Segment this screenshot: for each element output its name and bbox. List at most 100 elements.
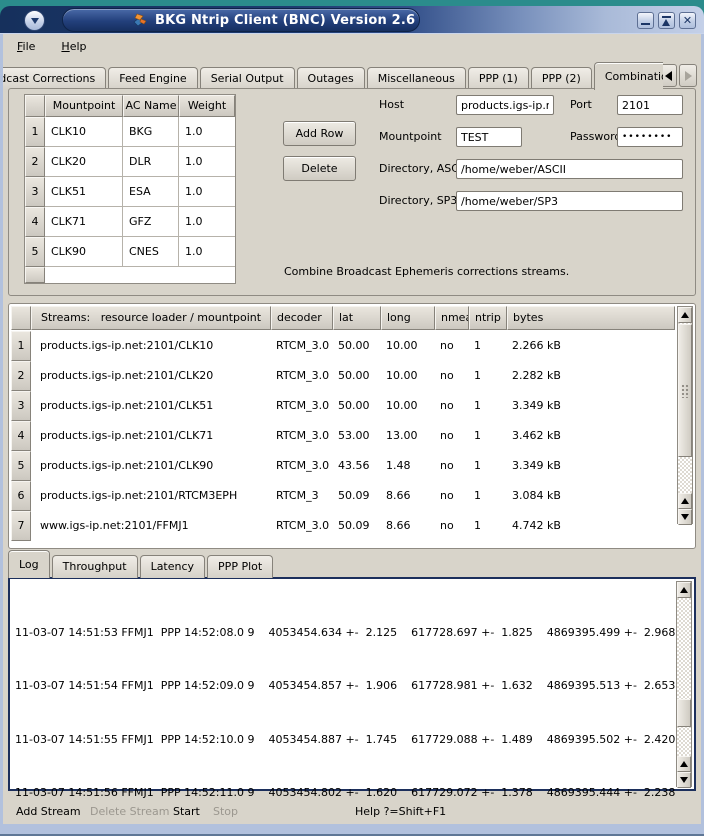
tab-throughput[interactable]: Throughput <box>52 555 138 578</box>
weight-cell[interactable]: 1.0 <box>179 177 235 207</box>
lat-cell: 50.00 <box>333 361 381 391</box>
combination-table: Mountpoint AC Name Weight 1 CLK10 BKG 1.… <box>24 94 236 284</box>
maximize-button[interactable] <box>658 12 675 29</box>
scroll-up-button-bottom[interactable] <box>678 493 692 509</box>
row-number-stub-cell <box>25 267 45 283</box>
stream-row[interactable]: 6 products.igs-ip.net:2101/RTCM3EPH RTCM… <box>11 481 675 511</box>
window-title: BKG Ntrip Client (BNC) Version 2.6 <box>155 13 415 28</box>
add-stream-button[interactable]: Add Stream <box>16 800 81 824</box>
directory-sp3-input[interactable] <box>456 191 683 211</box>
table-row: 5 CLK90 CNES 1.0 <box>25 237 235 267</box>
stream-url-cell: www.igs-ip.net:2101/FFMJ1 <box>31 511 271 541</box>
row-number-cell[interactable]: 3 <box>25 177 45 207</box>
stream-row[interactable]: 3 products.igs-ip.net:2101/CLK51 RTCM_3.… <box>11 391 675 421</box>
menu-file[interactable]: File <box>13 38 39 55</box>
row-number-cell[interactable]: 3 <box>11 391 31 421</box>
stream-row[interactable]: 4 products.igs-ip.net:2101/CLK71 RTCM_3.… <box>11 421 675 451</box>
mountpoint-input[interactable] <box>456 127 522 147</box>
bytes-cell: 2.266 kB <box>507 331 675 361</box>
tab-scroll-right-button[interactable] <box>679 64 697 87</box>
titlebar: BKG Ntrip Client (BNC) Version 2.6 ✕ <box>0 6 704 34</box>
nmea-cell: no <box>435 511 469 541</box>
weight-cell[interactable]: 1.0 <box>179 117 235 147</box>
table-row: 2 CLK20 DLR 1.0 <box>25 147 235 177</box>
tab-serial-output[interactable]: Serial Output <box>200 67 295 90</box>
tab-ppp-plot[interactable]: PPP Plot <box>207 555 273 578</box>
settings-tab-bar: Broadcast Corrections Feed Engine Serial… <box>3 62 663 90</box>
menu-help[interactable]: Help <box>57 38 90 55</box>
row-number-cell[interactable]: 1 <box>11 331 31 361</box>
weight-cell[interactable]: 1.0 <box>179 237 235 267</box>
log-view[interactable]: 11-03-07 14:51:53 FFMJ1 PPP 14:52:08.0 9… <box>8 577 696 791</box>
lat-cell: 50.00 <box>333 391 381 421</box>
ac-name-cell[interactable]: GFZ <box>123 207 179 237</box>
scrollbar-thumb[interactable] <box>677 699 691 727</box>
stream-row[interactable]: 7 www.igs-ip.net:2101/FFMJ1 RTCM_3.0 50.… <box>11 511 675 541</box>
nmea-cell: no <box>435 421 469 451</box>
ac-name-cell[interactable]: CNES <box>123 237 179 267</box>
mountpoint-cell[interactable]: CLK51 <box>45 177 123 207</box>
ac-name-cell[interactable]: ESA <box>123 177 179 207</box>
mountpoint-cell[interactable]: CLK71 <box>45 207 123 237</box>
streams-scrollbar[interactable] <box>677 306 693 524</box>
delete-button[interactable]: Delete <box>283 156 356 181</box>
delete-stream-button: Delete Stream <box>90 800 169 824</box>
ac-name-cell[interactable]: BKG <box>123 117 179 147</box>
stream-row[interactable]: 1 products.igs-ip.net:2101/CLK10 RTCM_3.… <box>11 331 675 361</box>
host-input[interactable] <box>456 95 554 115</box>
tab-ppp-1[interactable]: PPP (1) <box>468 67 529 90</box>
tab-miscellaneous[interactable]: Miscellaneous <box>367 67 466 90</box>
mountpoint-cell[interactable]: CLK20 <box>45 147 123 177</box>
weight-cell[interactable]: 1.0 <box>179 147 235 177</box>
start-button[interactable]: Start <box>173 800 200 824</box>
lat-cell: 43.56 <box>333 451 381 481</box>
add-row-button[interactable]: Add Row <box>283 121 356 146</box>
row-number-cell[interactable]: 4 <box>25 207 45 237</box>
scroll-up-button[interactable] <box>678 307 692 323</box>
scroll-down-button[interactable] <box>677 772 691 788</box>
minimize-button[interactable] <box>637 12 654 29</box>
col-header-mountpoint: Mountpoint <box>45 95 123 117</box>
password-input[interactable] <box>617 127 683 147</box>
lat-cell: 50.09 <box>333 481 381 511</box>
mountpoint-cell[interactable]: CLK90 <box>45 237 123 267</box>
bytes-cell: 3.462 kB <box>507 421 675 451</box>
row-number-cell[interactable]: 2 <box>11 361 31 391</box>
scrollbar-thumb[interactable] <box>678 324 692 457</box>
port-input[interactable] <box>617 95 683 115</box>
decoder-cell: RTCM_3 <box>271 481 333 511</box>
tab-log[interactable]: Log <box>8 550 50 578</box>
row-number-cell[interactable]: 6 <box>11 481 31 511</box>
tab-outages[interactable]: Outages <box>297 67 365 90</box>
tab-latency[interactable]: Latency <box>140 555 205 578</box>
stream-row[interactable]: 5 products.igs-ip.net:2101/CLK90 RTCM_3.… <box>11 451 675 481</box>
tab-feed-engine[interactable]: Feed Engine <box>108 67 197 90</box>
directory-ascii-label: Directory, ASCII <box>379 159 465 179</box>
mountpoint-cell[interactable]: CLK10 <box>45 117 123 147</box>
scroll-down-button[interactable] <box>678 509 692 525</box>
tab-ppp-2[interactable]: PPP (2) <box>531 67 592 90</box>
scroll-up-button-bottom[interactable] <box>677 756 691 772</box>
row-number-cell[interactable]: 4 <box>11 421 31 451</box>
directory-ascii-input[interactable] <box>456 159 683 179</box>
close-button[interactable]: ✕ <box>679 12 696 29</box>
stream-row[interactable]: 2 products.igs-ip.net:2101/CLK20 RTCM_3.… <box>11 361 675 391</box>
row-number-cell[interactable]: 1 <box>25 117 45 147</box>
tab-combination[interactable]: Combination <box>594 62 663 90</box>
scroll-up-button[interactable] <box>677 582 691 598</box>
row-number-cell[interactable]: 2 <box>25 147 45 177</box>
weight-cell[interactable]: 1.0 <box>179 207 235 237</box>
row-number-cell[interactable]: 5 <box>25 237 45 267</box>
maximize-icon <box>662 16 671 18</box>
col-header-nmea: nmea <box>435 306 469 330</box>
row-number-cell[interactable]: 7 <box>11 511 31 541</box>
log-scrollbar[interactable] <box>676 581 692 787</box>
tab-broadcast-corrections[interactable]: Broadcast Corrections <box>3 67 106 90</box>
window-menu-button[interactable] <box>24 10 45 31</box>
bytes-cell: 3.084 kB <box>507 481 675 511</box>
long-cell: 8.66 <box>381 511 435 541</box>
ac-name-cell[interactable]: DLR <box>123 147 179 177</box>
ntrip-cell: 1 <box>469 421 507 451</box>
stream-url-cell: products.igs-ip.net:2101/RTCM3EPH <box>31 481 271 511</box>
row-number-cell[interactable]: 5 <box>11 451 31 481</box>
